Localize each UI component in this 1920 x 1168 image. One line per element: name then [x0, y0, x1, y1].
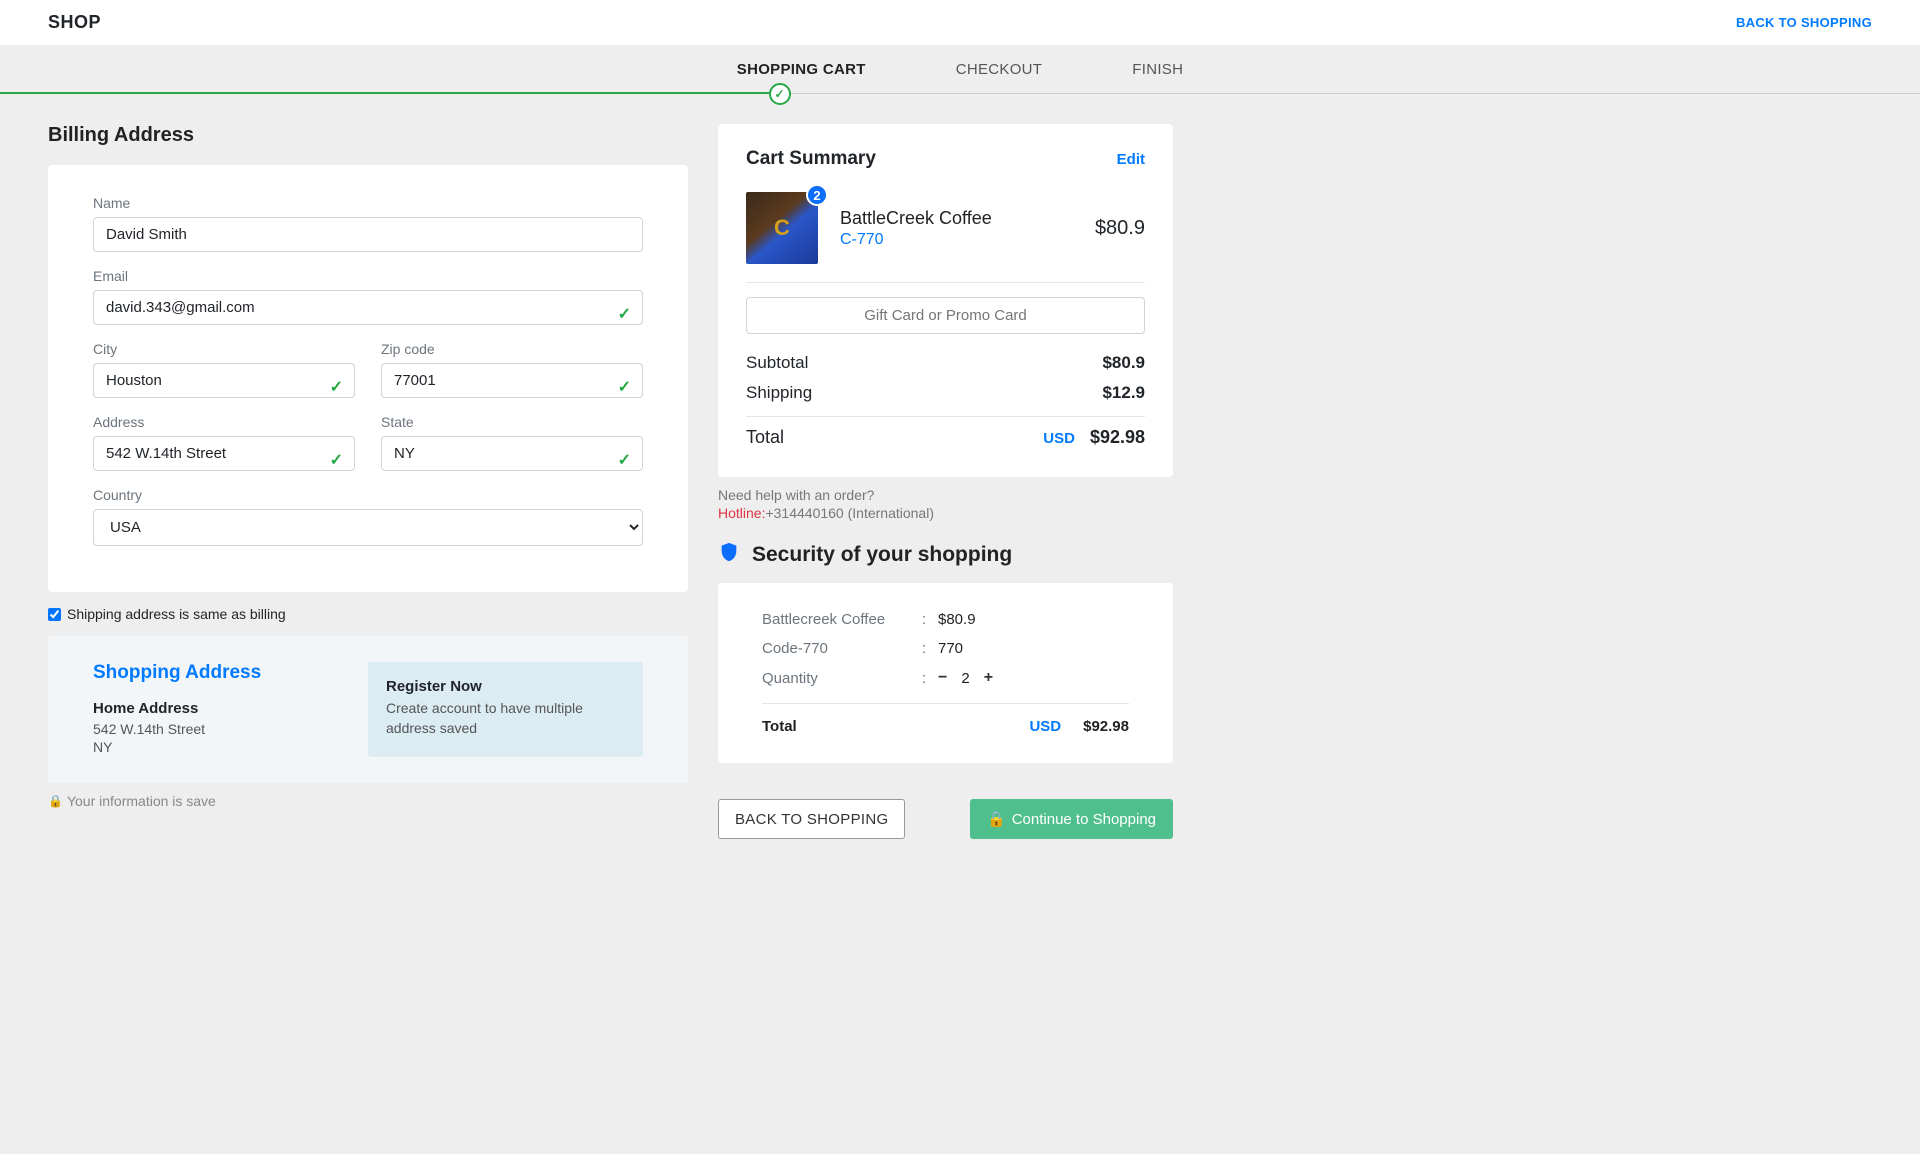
cart-item-qty-badge: 2	[806, 184, 828, 206]
subtotal-value: $80.9	[1102, 353, 1145, 373]
promo-input[interactable]	[746, 297, 1145, 334]
info-save-text: Your information is save	[67, 793, 216, 809]
check-icon: ✓	[330, 377, 343, 397]
hotline-number: +314440160 (International)	[765, 505, 934, 521]
city-input[interactable]	[93, 363, 355, 398]
total-label: Total	[746, 427, 784, 448]
country-label: Country	[93, 487, 643, 503]
billing-card: Name Email ✓ City ✓ Zip code	[48, 165, 688, 592]
shield-icon	[718, 541, 740, 569]
home-address-title: Home Address	[93, 700, 348, 717]
home-address-line2: NY	[93, 739, 348, 755]
sec-currency: USD	[1029, 718, 1061, 735]
continue-label: Continue to Shopping	[1012, 811, 1156, 828]
check-icon: ✓	[618, 304, 631, 324]
step-finish[interactable]: FINISH	[1132, 61, 1183, 78]
register-box[interactable]: Register Now Create account to have mult…	[368, 662, 643, 757]
city-label: City	[93, 341, 355, 357]
back-to-shopping-button[interactable]: BACK TO SHOPPING	[718, 799, 905, 839]
shipping-label: Shipping	[746, 383, 812, 403]
sec-row2-val: 770	[938, 640, 963, 657]
email-input[interactable]	[93, 290, 643, 325]
register-desc: Create account to have multiple address …	[386, 699, 625, 738]
cart-summary-card: Cart Summary Edit 2 BattleCreek Coffee C…	[718, 124, 1173, 477]
security-card: Battlecreek Coffee : $80.9 Code-770 : 77…	[718, 583, 1173, 763]
home-address-line1: 542 W.14th Street	[93, 721, 348, 737]
billing-title: Billing Address	[48, 124, 688, 147]
sec-row2-key: Code-770	[762, 640, 922, 657]
help-text: Need help with an order?	[718, 487, 1173, 503]
brand-logo: SHOP	[48, 12, 101, 33]
state-input[interactable]	[381, 436, 643, 471]
subtotal-label: Subtotal	[746, 353, 808, 373]
zip-input[interactable]	[381, 363, 643, 398]
lock-icon: 🔒	[48, 794, 63, 808]
same-shipping-label: Shipping address is same as billing	[67, 606, 286, 622]
progress-check-icon: ✓	[769, 83, 791, 105]
cart-item-name: BattleCreek Coffee	[840, 208, 1073, 229]
back-to-shopping-link[interactable]: BACK TO SHOPPING	[1736, 15, 1872, 30]
step-checkout[interactable]: CHECKOUT	[956, 61, 1043, 78]
continue-button[interactable]: 🔒 Continue to Shopping	[970, 799, 1173, 839]
sec-total-value: $92.98	[1083, 718, 1129, 735]
qty-increase-button[interactable]: +	[984, 669, 993, 687]
zip-label: Zip code	[381, 341, 643, 357]
shipping-value: $12.9	[1102, 383, 1145, 403]
cart-summary-title: Cart Summary	[746, 148, 876, 170]
check-icon: ✓	[618, 377, 631, 397]
check-icon: ✓	[330, 450, 343, 470]
check-icon: ✓	[618, 450, 631, 470]
sec-qty-value: 2	[961, 670, 969, 687]
name-label: Name	[93, 195, 643, 211]
sec-row3-key: Quantity	[762, 670, 922, 687]
cart-item-code[interactable]: C-770	[840, 231, 1073, 249]
shopping-address-card: Shopping Address Home Address 542 W.14th…	[48, 636, 688, 783]
email-label: Email	[93, 268, 643, 284]
name-input[interactable]	[93, 217, 643, 252]
progress-fill	[0, 92, 780, 94]
total-value: $92.98	[1090, 427, 1145, 447]
qty-decrease-button[interactable]: −	[938, 669, 947, 687]
state-label: State	[381, 414, 643, 430]
address-input[interactable]	[93, 436, 355, 471]
shopping-address-heading: Shopping Address	[93, 662, 348, 684]
cart-item-price: $80.9	[1095, 217, 1145, 240]
sec-total-label: Total	[762, 718, 922, 735]
cart-item-thumb: 2	[746, 192, 818, 264]
register-title: Register Now	[386, 678, 625, 695]
country-select[interactable]: USA	[93, 509, 643, 546]
sec-row1-val: $80.9	[938, 611, 976, 628]
edit-cart-link[interactable]: Edit	[1117, 151, 1145, 168]
step-cart[interactable]: SHOPPING CART	[737, 61, 866, 78]
same-shipping-checkbox[interactable]	[48, 608, 61, 621]
hotline-label: Hotline:	[718, 505, 765, 521]
lock-icon: 🔒	[987, 810, 1006, 828]
security-heading: Security of your shopping	[752, 543, 1012, 567]
currency-label: USD	[1043, 430, 1075, 447]
address-label: Address	[93, 414, 355, 430]
sec-row1-key: Battlecreek Coffee	[762, 611, 922, 628]
